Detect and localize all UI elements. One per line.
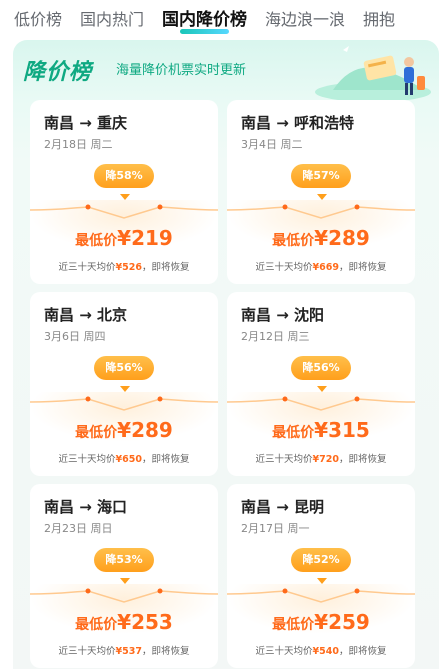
tab-bar: 低价榜 国内热门 国内降价榜 海边浪一浪 拥抱: [0, 0, 444, 40]
lowest-price: 最低价¥259: [272, 610, 370, 634]
discount-badge: 降53%: [94, 548, 154, 572]
date-label: 2月18日 周二: [44, 138, 113, 151]
date-label: 2月23日 周日: [44, 522, 113, 535]
price-curve-icon: [30, 396, 218, 411]
lowest-price: 最低价¥253: [75, 610, 173, 634]
discount-badge: 降58%: [94, 164, 154, 188]
price-curve-icon: [30, 588, 218, 603]
price-curve-icon: [30, 204, 218, 219]
route-label: 南昌 → 昆明: [241, 498, 325, 516]
flight-deal-card[interactable]: 南昌 → 呼和浩特 3月4日 周二 降57% 最低价¥289 近三十天均价¥66…: [227, 100, 415, 284]
flight-deal-card[interactable]: 南昌 → 重庆 2月18日 周二 降58% 最低价¥219 近三十天均价¥526…: [30, 100, 218, 284]
banner-subtitle: 海量降价机票实时更新: [116, 63, 247, 78]
discount-badge: 降56%: [94, 356, 154, 380]
tab-low-price[interactable]: 低价榜: [14, 0, 62, 40]
flight-deal-card[interactable]: 南昌 → 昆明 2月17日 周一 降52% 最低价¥259 近三十天均价¥540…: [227, 484, 415, 668]
route-label: 南昌 → 呼和浩特: [241, 114, 355, 132]
price-curve-icon: [227, 588, 415, 603]
tab-domestic-price-drop[interactable]: 国内降价榜: [162, 0, 247, 40]
route-label: 南昌 → 海口: [44, 498, 128, 516]
lowest-price: 最低价¥219: [75, 226, 173, 250]
discount-badge: 降57%: [291, 164, 351, 188]
date-label: 3月4日 周二: [241, 138, 303, 151]
average-price-note: 近三十天均价¥540，即将恢复: [255, 646, 387, 657]
lowest-price: 最低价¥289: [75, 418, 173, 442]
tab-domestic-hot[interactable]: 国内热门: [80, 0, 144, 40]
price-drop-panel: 降价榜 海量降价机票实时更新 南昌 → 重庆 2月18日 周二 降58% 最低价…: [13, 40, 439, 669]
active-tab-indicator: [180, 29, 230, 34]
average-price-note: 近三十天均价¥526，即将恢复: [58, 262, 190, 273]
route-label: 南昌 → 沈阳: [241, 306, 325, 324]
lowest-price: 最低价¥289: [272, 226, 370, 250]
flight-deal-card[interactable]: 南昌 → 北京 3月6日 周四 降56% 最低价¥289 近三十天均价¥650，…: [30, 292, 218, 476]
lowest-price: 最低价¥315: [272, 418, 370, 442]
traveler-illustration-icon: [315, 46, 431, 102]
banner-title: 降价榜: [23, 59, 93, 85]
discount-badge: 降52%: [291, 548, 351, 572]
tab-seaside[interactable]: 海边浪一浪: [265, 0, 345, 40]
flight-deal-card[interactable]: 南昌 → 海口 2月23日 周日 降53% 最低价¥253 近三十天均价¥537…: [30, 484, 218, 668]
flight-deal-card[interactable]: 南昌 → 沈阳 2月12日 周三 降56% 最低价¥315 近三十天均价¥720…: [227, 292, 415, 476]
price-curve-icon: [227, 204, 415, 219]
average-price-note: 近三十天均价¥537，即将恢复: [58, 646, 190, 657]
date-label: 2月17日 周一: [241, 522, 310, 535]
average-price-note: 近三十天均价¥669，即将恢复: [255, 262, 387, 273]
route-label: 南昌 → 重庆: [44, 114, 128, 132]
average-price-note: 近三十天均价¥650，即将恢复: [58, 454, 190, 465]
route-label: 南昌 → 北京: [44, 306, 128, 324]
discount-badge: 降56%: [291, 356, 351, 380]
average-price-note: 近三十天均价¥720，即将恢复: [255, 454, 387, 465]
tab-embrace[interactable]: 拥抱: [363, 0, 395, 40]
price-curve-icon: [227, 396, 415, 411]
date-label: 2月12日 周三: [241, 330, 310, 343]
date-label: 3月6日 周四: [44, 330, 106, 343]
